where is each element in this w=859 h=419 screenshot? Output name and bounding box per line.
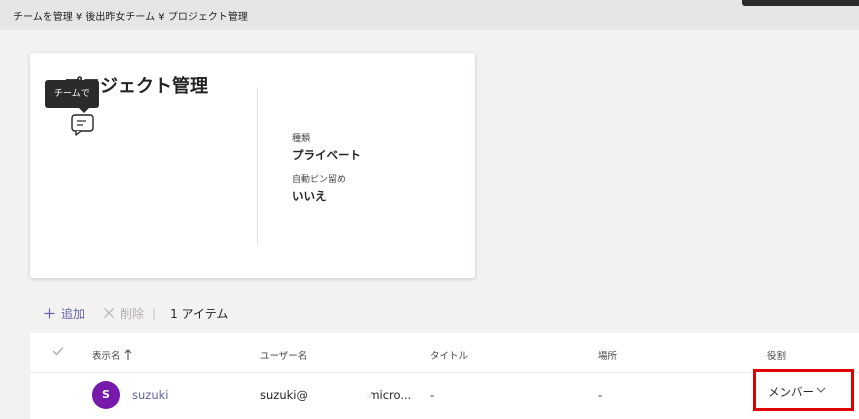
- auto-pin-value: いいえ: [292, 189, 327, 203]
- sort-ascending-icon: [124, 349, 131, 360]
- card-divider: [257, 87, 258, 245]
- type-label: 種類: [292, 134, 311, 144]
- member-username: suzuki@: [260, 388, 308, 402]
- item-count: 1 アイテム: [170, 306, 229, 321]
- column-title[interactable]: タイトル: [430, 348, 468, 362]
- delete-label: 削除: [120, 306, 145, 321]
- type-value: プライベート: [292, 148, 361, 162]
- chat-tooltip: チームで: [45, 80, 99, 113]
- plus-icon: [44, 308, 55, 318]
- members-table: 表示名 ユーザー名 タイトル 場所 役割 S suzuki suzuki@ on…: [30, 333, 859, 419]
- role-dropdown[interactable]: メンバー: [753, 369, 854, 411]
- add-label: 追加: [61, 306, 86, 321]
- top-bar: チームを管理 ¥ 後出昨女チーム ¥ プロジェクト管理: [0, 0, 859, 30]
- column-display-name[interactable]: 表示名: [92, 348, 132, 362]
- add-member-button[interactable]: 追加: [44, 305, 85, 322]
- delete-member-button[interactable]: 削除: [104, 305, 144, 322]
- close-icon: [104, 308, 114, 318]
- toolbar-separator: |: [152, 306, 157, 320]
- table-row[interactable]: S suzuki suzuki@ onmicro... - - メンバー: [30, 369, 859, 419]
- auto-pin-label: 自動ピン留め: [292, 175, 347, 185]
- role-value: メンバー: [768, 385, 814, 399]
- auto-pin-property: 自動ピン留め いいえ: [292, 172, 346, 204]
- chat-icon[interactable]: [70, 113, 95, 136]
- team-details-card: プロジェクト管理 チームで 種類 プライベート 自動ピン留め いいえ: [30, 53, 475, 278]
- member-title: -: [430, 388, 435, 402]
- column-username[interactable]: ユーザー名: [260, 348, 307, 362]
- breadcrumb: チームを管理 ¥ 後出昨女チーム ¥ プロジェクト管理: [13, 12, 248, 23]
- members-toolbar: 追加 削除 | 1 アイテム: [30, 295, 859, 331]
- chevron-down-icon: [816, 387, 826, 393]
- top-right-panel-edge: [742, 0, 859, 6]
- column-location[interactable]: 場所: [598, 348, 617, 362]
- column-display-name-label: 表示名: [92, 351, 121, 362]
- table-header: 表示名 ユーザー名 タイトル 場所 役割: [30, 333, 859, 373]
- member-display-name[interactable]: suzuki: [132, 388, 168, 402]
- redaction-blur: [307, 374, 371, 418]
- column-role[interactable]: 役割: [767, 348, 786, 362]
- type-property: 種類 プライベート: [292, 131, 361, 163]
- member-location: -: [598, 388, 603, 402]
- avatar: S: [92, 381, 120, 409]
- select-all-check-icon[interactable]: [52, 346, 64, 356]
